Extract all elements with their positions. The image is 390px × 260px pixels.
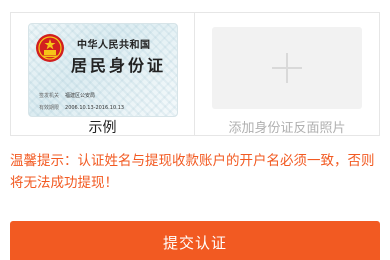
upload-id-back-button[interactable]: [212, 27, 362, 109]
id-card-validity-label: 有效期限: [39, 105, 60, 111]
submit-verification-button[interactable]: 提交认证: [10, 221, 380, 260]
id-card-sample-image: 中华人民共和国 居民身份证 签发机关 福建区公安局 有效期限 2006.10.13-…: [28, 23, 178, 117]
sample-card: 中华人民共和国 居民身份证 签发机关 福建区公安局 有效期限 2006.10.13-…: [10, 12, 195, 136]
warm-tip: 温馨提示：认证姓名与提现收款账户的开户名必须一致，否则将无法成功提现！: [10, 153, 375, 191]
id-card-title: 居民身份证: [71, 56, 167, 75]
id-card-validity-value: 2006.10.13-2016.10.13: [65, 105, 125, 111]
id-card-validity-row: 有效期限 2006.10.13-2016.10.13: [39, 104, 124, 111]
id-photo-cards: 中华人民共和国 居民身份证 签发机关 福建区公安局 有效期限 2006.10.13-…: [10, 12, 380, 136]
id-card-authority-label: 签发机关: [39, 93, 60, 99]
id-card-authority-row: 签发机关 福建区公安局: [39, 92, 95, 99]
sample-caption: 示例: [88, 120, 117, 136]
plus-icon: [272, 53, 302, 83]
upload-card[interactable]: 添加身份证反面照片: [195, 12, 380, 136]
id-card-authority-value: 福建区公安局: [65, 93, 96, 99]
upload-caption: 添加身份证反面照片: [228, 121, 346, 136]
id-card-country: 中华人民共和国: [77, 40, 151, 51]
national-emblem-icon: [36, 34, 64, 62]
